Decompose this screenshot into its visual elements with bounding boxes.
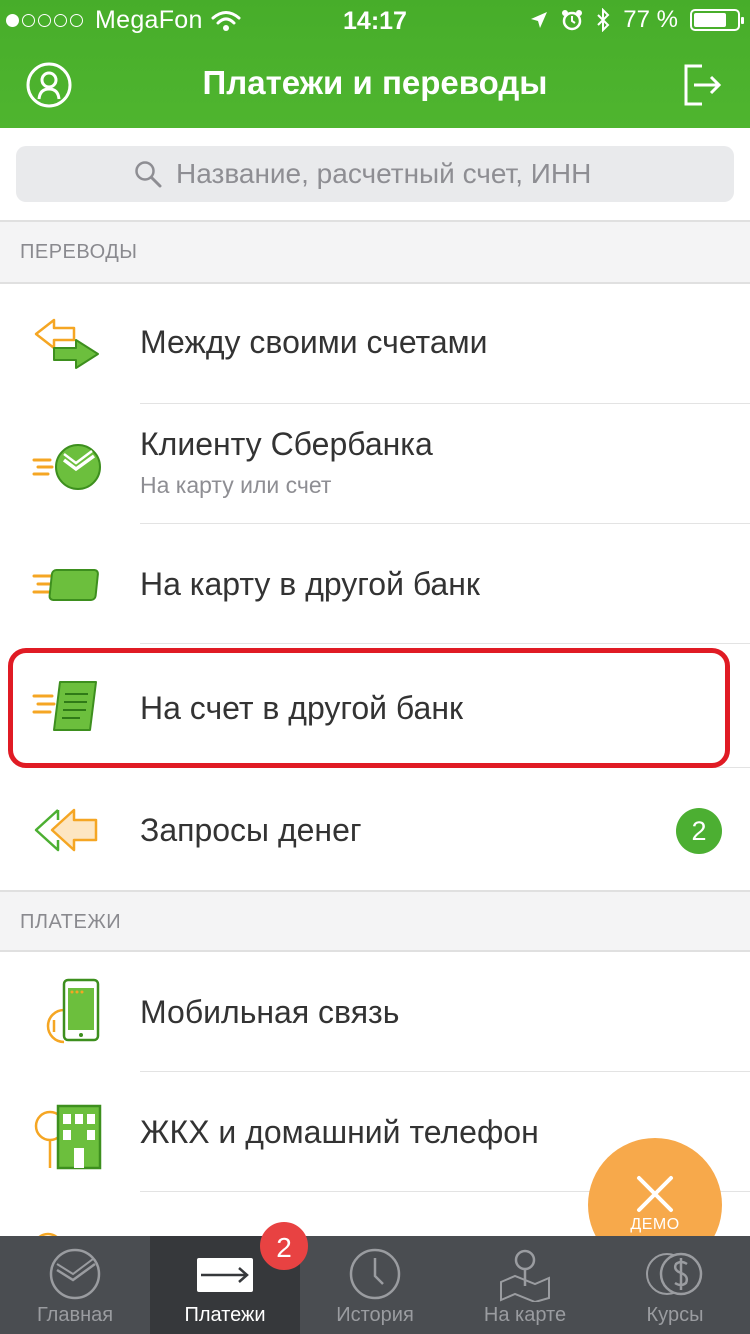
tab-label: Главная	[36, 1304, 114, 1326]
list-item-money-requests[interactable]: Запросы денег 2	[0, 770, 750, 890]
row-label: ЖКХ и домашний телефон	[140, 1114, 539, 1150]
partial-row-icon	[38, 1232, 58, 1236]
tab-map[interactable]: На карте	[450, 1236, 600, 1334]
battery-icon	[690, 9, 744, 31]
transfer-arrows-icon	[34, 318, 99, 369]
row-label: Запросы денег	[140, 812, 362, 848]
clock-icon	[349, 1248, 401, 1300]
list-item-sberbank-client[interactable]: Клиенту Сбербанка На карту или счет	[0, 404, 750, 524]
close-icon	[637, 1176, 673, 1212]
alarm-icon	[562, 10, 583, 31]
list-item-account-other-bank[interactable]: На счет в другой банк	[0, 648, 750, 768]
tab-history[interactable]: История	[300, 1236, 450, 1334]
row-label: На счет в другой банк	[140, 690, 463, 726]
row-label: Между своими счетами	[140, 324, 488, 360]
tab-home[interactable]: Главная	[0, 1236, 150, 1334]
section-header-transfers: ПЕРЕВОДЫ	[0, 222, 750, 284]
building-tree-icon	[34, 1104, 102, 1170]
battery-level	[694, 13, 727, 27]
location-arrow-icon	[531, 12, 548, 28]
map-pin-icon	[500, 1249, 550, 1302]
request-arrows-icon	[34, 808, 98, 852]
battery-percent: 77 %	[623, 6, 678, 33]
row-divider	[140, 642, 750, 644]
list-item-own-accounts[interactable]: Между своими счетами	[0, 284, 750, 404]
demo-label: ДЕМО	[630, 1216, 680, 1233]
row-label: На карту в другой банк	[140, 566, 480, 602]
payment-card-icon	[197, 1258, 253, 1292]
tab-bar: Главная 2 Платежи История На карте Курсы	[0, 1222, 750, 1334]
search-input[interactable]	[176, 158, 616, 190]
currency-icon	[646, 1252, 703, 1296]
list-item-mobile[interactable]: Мобильная связь	[0, 952, 750, 1072]
tab-label: Курсы	[646, 1304, 704, 1326]
tab-rates[interactable]: Курсы	[600, 1236, 750, 1334]
row-divider	[140, 766, 750, 768]
sber-logo-icon	[49, 1248, 101, 1300]
tab-label: История	[336, 1304, 414, 1326]
search-icon	[135, 161, 162, 188]
status-bar: MegaFon 14:17 77 %	[0, 0, 750, 40]
tab-label: Платежи	[184, 1304, 266, 1326]
row-label: Мобильная связь	[140, 994, 400, 1030]
list-item-card-other-bank[interactable]: На карту в другой банк	[0, 524, 750, 644]
requests-count-badge: 2	[676, 808, 722, 854]
search-area	[0, 128, 750, 222]
search-box[interactable]	[16, 146, 734, 202]
document-icon	[32, 681, 97, 731]
bank-card-icon	[32, 569, 99, 601]
tab-label: На карте	[483, 1304, 567, 1326]
page-title: Платежи и переводы	[202, 64, 548, 101]
nav-bar: Платежи и переводы	[0, 40, 750, 128]
app-header: MegaFon 14:17 77 % Платежи и переводы	[0, 0, 750, 128]
status-right: 77 %	[529, 6, 744, 34]
section-header-payments: ПЛАТЕЖИ	[0, 890, 750, 952]
mobile-phone-icon	[46, 978, 100, 1044]
bluetooth-icon	[597, 8, 610, 32]
row-label: Клиенту Сбербанка	[140, 426, 433, 462]
sberbank-logo-icon	[32, 444, 101, 490]
tab-payments[interactable]: 2 Платежи	[150, 1222, 308, 1334]
row-sublabel: На карту или счет	[140, 472, 332, 498]
exit-icon[interactable]	[682, 62, 724, 108]
